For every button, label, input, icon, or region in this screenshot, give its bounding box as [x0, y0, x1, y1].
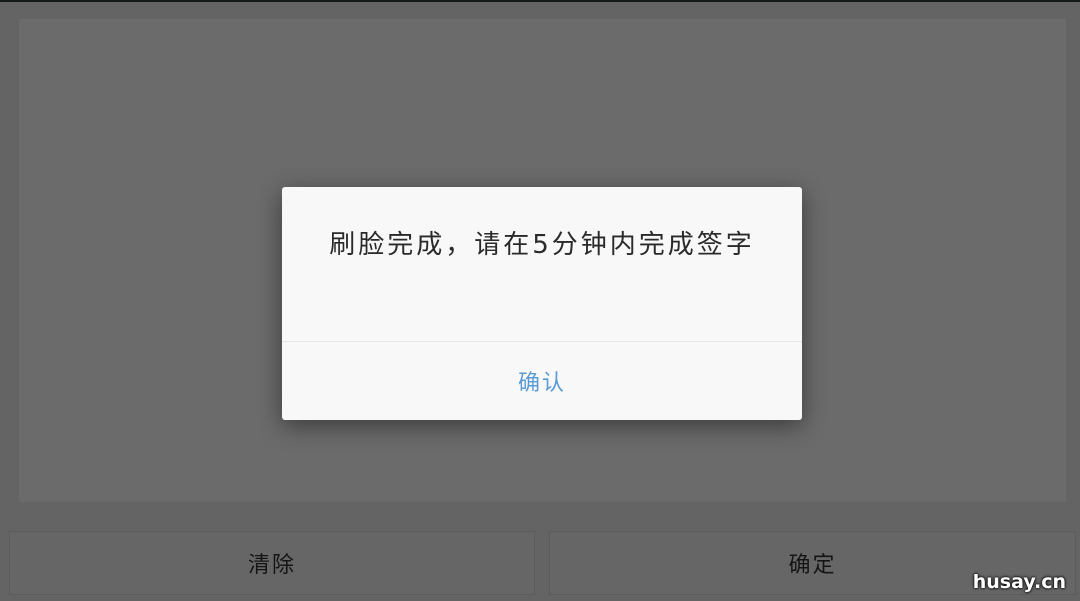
site-watermark: husay.cn [972, 571, 1066, 593]
dialog-confirm-button[interactable]: 确认 [282, 342, 802, 420]
face-verify-dialog: 刷脸完成，请在5分钟内完成签字 确认 [282, 187, 802, 420]
dialog-message: 刷脸完成，请在5分钟内完成签字 [329, 230, 755, 260]
